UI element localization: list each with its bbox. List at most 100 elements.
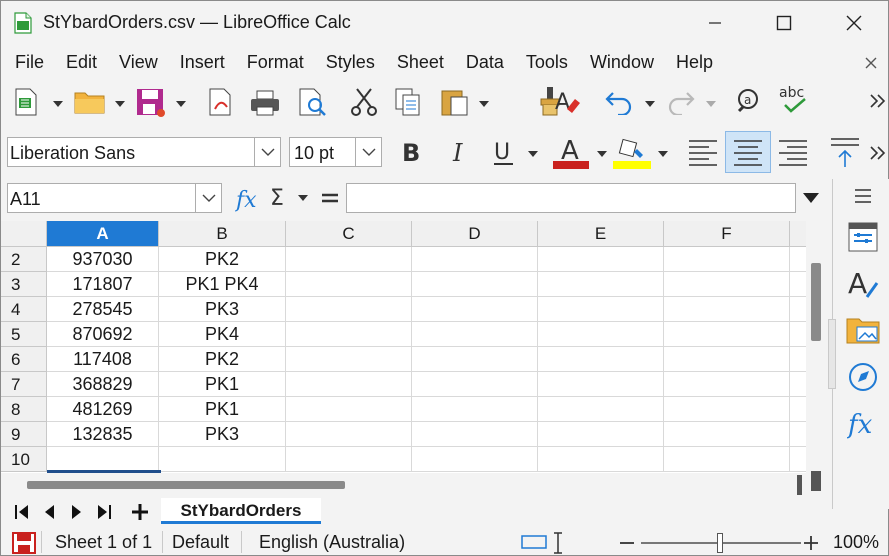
cell[interactable]: PK2 <box>159 247 286 272</box>
column-header-b[interactable]: B <box>159 221 286 247</box>
cell[interactable] <box>47 447 159 472</box>
cell[interactable] <box>412 347 538 372</box>
sheet-tab-styBardOrders[interactable]: StYbardOrders <box>161 498 321 524</box>
name-box-dropdown[interactable] <box>195 184 221 212</box>
row-header[interactable]: 10 <box>1 447 47 472</box>
sidebar-collapse-handle[interactable] <box>828 319 836 389</box>
cell[interactable] <box>538 372 664 397</box>
cell[interactable] <box>664 272 790 297</box>
maximize-button[interactable] <box>756 7 812 39</box>
menu-styles[interactable]: Styles <box>315 52 386 73</box>
cell[interactable] <box>664 322 790 347</box>
cell[interactable] <box>286 372 412 397</box>
row-header[interactable]: 3 <box>1 272 47 297</box>
font-name-dropdown[interactable] <box>254 138 280 166</box>
zoom-slider-thumb[interactable] <box>717 533 723 553</box>
cell[interactable] <box>538 322 664 347</box>
row-header[interactable]: 6 <box>1 347 47 372</box>
align-right-icon[interactable] <box>777 137 809 167</box>
print-preview-icon[interactable] <box>297 87 329 117</box>
cell[interactable] <box>790 372 806 397</box>
menu-window[interactable]: Window <box>579 52 665 73</box>
cell[interactable]: PK2 <box>159 347 286 372</box>
more-formatting-icon[interactable] <box>869 145 887 161</box>
cell[interactable] <box>790 297 806 322</box>
paste-icon[interactable] <box>439 87 471 117</box>
cell[interactable] <box>664 422 790 447</box>
properties-icon[interactable] <box>847 221 879 253</box>
cell[interactable]: 870692 <box>47 322 159 347</box>
more-tools-icon[interactable] <box>869 93 887 109</box>
copy-icon[interactable] <box>393 87 423 117</box>
spelling-icon[interactable]: abc <box>777 83 815 117</box>
menu-insert[interactable]: Insert <box>169 52 236 73</box>
cell[interactable] <box>286 272 412 297</box>
cell[interactable] <box>664 447 790 472</box>
sidebar-menu-icon[interactable] <box>853 187 873 205</box>
menu-help[interactable]: Help <box>665 52 724 73</box>
page-style[interactable]: Default <box>172 532 229 553</box>
cell[interactable] <box>286 322 412 347</box>
column-header-c[interactable]: C <box>286 221 412 247</box>
chevron-down-icon[interactable] <box>479 101 489 107</box>
name-box[interactable]: A11 <box>7 183 222 213</box>
highlight-color-icon[interactable] <box>613 135 651 169</box>
column-header-e[interactable]: E <box>538 221 664 247</box>
cell[interactable] <box>159 447 286 472</box>
menu-data[interactable]: Data <box>455 52 515 73</box>
cell[interactable] <box>286 447 412 472</box>
cell[interactable] <box>538 347 664 372</box>
chevron-down-icon[interactable] <box>115 101 125 107</box>
first-sheet-icon[interactable] <box>13 503 31 521</box>
cell[interactable] <box>412 372 538 397</box>
navigator-icon[interactable] <box>847 361 879 393</box>
cell[interactable]: PK1 PK4 <box>159 272 286 297</box>
cell[interactable] <box>412 247 538 272</box>
chevron-down-icon[interactable] <box>176 101 186 107</box>
cell[interactable] <box>538 422 664 447</box>
underline-icon[interactable]: U <box>491 137 517 167</box>
styles-icon[interactable]: A <box>847 267 881 301</box>
row-header[interactable]: 8 <box>1 397 47 422</box>
selection-mode-icon[interactable] <box>521 533 547 551</box>
row-header[interactable]: 7 <box>1 372 47 397</box>
menu-edit[interactable]: Edit <box>55 52 108 73</box>
vertical-scrollbar[interactable] <box>806 221 828 491</box>
horizontal-scroll-thumb[interactable] <box>27 481 345 489</box>
cell[interactable] <box>286 397 412 422</box>
export-pdf-icon[interactable] <box>207 87 235 117</box>
cell[interactable]: 117408 <box>47 347 159 372</box>
cell[interactable]: PK1 <box>159 372 286 397</box>
cell[interactable] <box>538 297 664 322</box>
cell[interactable] <box>412 397 538 422</box>
cell[interactable] <box>412 322 538 347</box>
italic-icon[interactable]: I <box>447 139 471 165</box>
row-header[interactable]: 2 <box>1 247 47 272</box>
cell[interactable]: PK1 <box>159 397 286 422</box>
cell[interactable]: 368829 <box>47 372 159 397</box>
cell[interactable]: 132835 <box>47 422 159 447</box>
add-sheet-icon[interactable] <box>130 502 150 522</box>
cell[interactable] <box>790 322 806 347</box>
zoom-level[interactable]: 100% <box>833 532 879 553</box>
horizontal-scrollbar[interactable] <box>1 475 806 495</box>
cut-icon[interactable] <box>349 87 379 117</box>
text-language[interactable]: English (Australia) <box>259 532 405 553</box>
zoom-in-icon[interactable] <box>801 533 821 553</box>
sum-icon[interactable]: Σ <box>269 185 291 211</box>
last-sheet-icon[interactable] <box>95 503 113 521</box>
cell[interactable]: PK4 <box>159 322 286 347</box>
cell[interactable] <box>664 297 790 322</box>
chevron-down-icon[interactable] <box>658 151 668 157</box>
chevron-down-icon[interactable] <box>645 101 655 107</box>
cell[interactable] <box>790 247 806 272</box>
column-header-f[interactable]: F <box>664 221 790 247</box>
find-replace-icon[interactable]: a <box>734 85 770 117</box>
align-top-icon[interactable] <box>829 135 861 169</box>
menu-file[interactable]: File <box>1 52 55 73</box>
menu-tools[interactable]: Tools <box>515 52 579 73</box>
cell[interactable] <box>790 422 806 447</box>
zoom-out-icon[interactable] <box>617 533 637 553</box>
cell[interactable] <box>538 272 664 297</box>
cell[interactable]: 278545 <box>47 297 159 322</box>
